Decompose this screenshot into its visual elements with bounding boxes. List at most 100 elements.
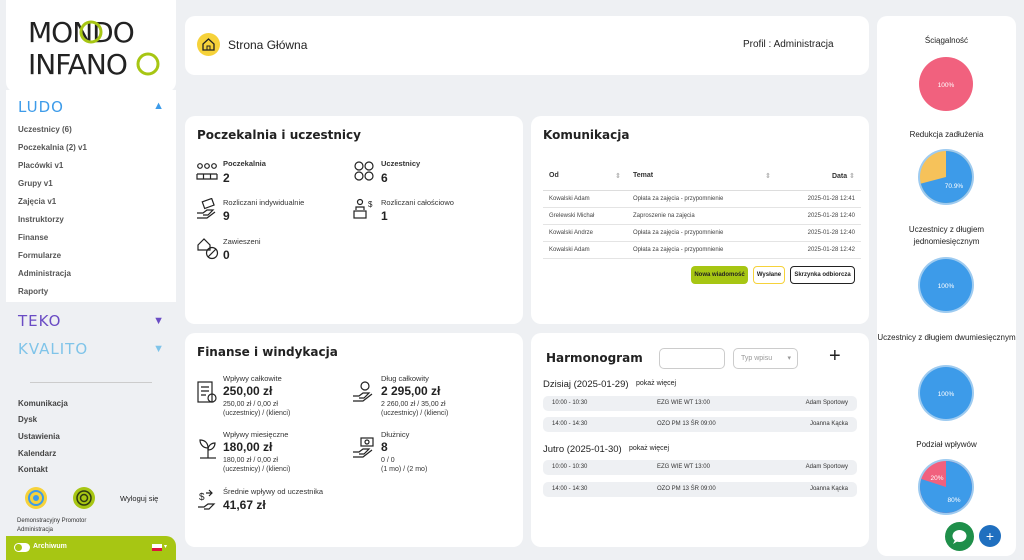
table-row[interactable]: Kowalski Andrze Opłata za zajęcia - przyp…	[543, 224, 861, 242]
show-more-link[interactable]: pokaż więcej	[629, 445, 669, 452]
link-kalendarz[interactable]: Kalendarz	[18, 449, 56, 458]
sidebar-item-zajecia[interactable]: Zajęcia v1	[18, 197, 56, 206]
dluznicy-value[interactable]: 8	[381, 440, 388, 454]
sidebar-item-grupy[interactable]: Grupy v1	[18, 179, 53, 188]
miesieczne-value[interactable]: 180,00 zł	[223, 440, 272, 454]
debt-reduction-value: 70.9%	[945, 183, 964, 190]
participants-icon	[354, 161, 374, 181]
wplywy-value[interactable]: 250,00 zł	[223, 384, 272, 398]
column-header-date[interactable]: Data ⇕	[777, 166, 861, 191]
one-month-debt-chart[interactable]: 100%	[917, 256, 975, 314]
entry-type-select[interactable]: Typ wpisu ▾	[733, 348, 798, 369]
cell-date: 2025-01-28 12:40	[777, 224, 861, 242]
income-split-value-a: 20%	[930, 475, 943, 482]
chevron-up-icon[interactable]: ▲	[153, 100, 164, 112]
cell-from: Kowalski Adam	[543, 190, 627, 208]
link-ustawienia[interactable]: Ustawienia	[18, 432, 60, 441]
sidebar-item-instruktorzy[interactable]: Instruktorzy	[18, 215, 64, 224]
date-input[interactable]	[659, 348, 725, 369]
stats-panel: Ściągalność 100% Redukcja zadłużenia 70.…	[877, 16, 1016, 556]
income-split-chart[interactable]: 20% 80%	[917, 458, 975, 516]
page-title: Strona Główna	[228, 38, 308, 52]
sidebar-item-administracja[interactable]: Administracja	[18, 269, 71, 278]
link-komunikacja[interactable]: Komunikacja	[18, 399, 68, 408]
svg-text:$: $	[199, 492, 205, 503]
debt-hand-icon	[353, 381, 373, 402]
avatar[interactable]	[24, 486, 48, 510]
dlug-value[interactable]: 2 295,00 zł	[381, 384, 440, 398]
indywidualnie-value[interactable]: 9	[223, 209, 230, 223]
two-month-debt-title: Uczestnicy z długiem dwumiesięcznym	[877, 333, 1016, 342]
finance-title: Finanse i windykacja	[197, 345, 338, 359]
wplywy-sub1: 250,00 zł / 0,00 zł	[223, 401, 278, 408]
one-month-debt-value: 100%	[938, 283, 955, 290]
ludo-brand[interactable]: LUDO	[18, 98, 64, 116]
miesieczne-label: Wpływy miesięczne	[223, 430, 289, 439]
sidebar-item-placowki[interactable]: Placówki v1	[18, 161, 63, 170]
cell-subject: Opłata za zajęcia - przypomnienie	[627, 224, 777, 242]
sidebar: MONDO INFANO LUDO ▲ Uczestnicy (6) Pocze…	[0, 0, 176, 560]
promotor-avatar[interactable]	[72, 486, 96, 510]
new-message-button[interactable]: Nowa wiadomość	[691, 266, 748, 284]
column-header-subject[interactable]: Temat ⇕	[627, 166, 777, 191]
link-dysk[interactable]: Dysk	[18, 415, 37, 424]
archive-label: Archiwum	[33, 543, 67, 550]
sent-button[interactable]: Wysłane	[753, 266, 785, 284]
cell-subject: Opłata za zajęcia - przypomnienie	[627, 190, 777, 208]
schedule-row[interactable]: 14:00 - 14:30 OZO PM 13 ŚR 09:00 Joanna Ką…	[543, 482, 857, 497]
home-icon[interactable]	[197, 33, 220, 56]
schedule-row[interactable]: 10:00 - 10:30 EZG WIE WT 13:00 Adam Sporto…	[543, 396, 857, 411]
sidebar-item-poczekalnia[interactable]: Poczekalnia (2) v1	[18, 143, 87, 152]
zawieszeni-label: Zawieszeni	[223, 237, 261, 246]
schedule-row[interactable]: 14:00 - 14:30 OZO PM 13 ŚR 09:00 Joanna Ką…	[543, 417, 857, 432]
profile-label[interactable]: Profil : Administracja	[743, 39, 834, 50]
cell-from: Kowalski Adam	[543, 241, 627, 259]
user-role: Demonstracyjny Promotor	[17, 518, 87, 524]
dluznicy-sub1: 0 / 0	[381, 457, 395, 464]
waiting-title: Poczekalnia i uczestnicy	[197, 128, 361, 142]
debt-reduction-chart[interactable]: 70.9%	[917, 148, 975, 206]
link-kontakt[interactable]: Kontakt	[18, 465, 48, 474]
kvalito-brand[interactable]: KVALITO	[18, 340, 88, 358]
uczestnicy-label: Uczestnicy	[381, 159, 421, 168]
column-header-from[interactable]: Od ⇕	[543, 166, 627, 191]
chevron-down-icon[interactable]: ▼	[153, 343, 164, 355]
add-button[interactable]: +	[979, 525, 1001, 547]
money-plant-icon	[199, 439, 216, 459]
table-row[interactable]: Kowalski Adam Opłata za zajęcia - przypom…	[543, 241, 861, 259]
add-entry-button[interactable]: +	[829, 345, 841, 368]
show-more-link[interactable]: pokaż więcej	[636, 380, 676, 387]
sidebar-item-raporty[interactable]: Raporty	[18, 287, 48, 296]
cell-date: 2025-01-28 12:42	[777, 241, 861, 259]
collection-chart[interactable]: 100%	[918, 56, 974, 112]
logo[interactable]: MONDO INFANO	[28, 12, 168, 82]
indywidualnie-label: Rozliczani indywidualnie	[223, 198, 305, 207]
suspended-icon	[197, 238, 219, 260]
ludo-nav: LUDO ▲ Uczestnicy (6) Poczekalnia (2) v1…	[6, 90, 176, 302]
chevron-down-icon[interactable]: ▾	[164, 543, 167, 550]
srednie-value[interactable]: 41,67 zł	[223, 498, 266, 512]
table-row[interactable]: Grelewski Michał Zaproszenie na zajęcia 20…	[543, 207, 861, 225]
schedule-card: Harmonogram Typ wpisu ▾ + Dzisiaj (2025-…	[531, 333, 869, 547]
sidebar-item-formularze[interactable]: Formularze	[18, 251, 61, 260]
chat-button[interactable]	[945, 522, 974, 551]
sidebar-item-finanse[interactable]: Finanse	[18, 233, 48, 242]
teko-brand[interactable]: TEKO	[18, 312, 61, 330]
inbox-button[interactable]: Skrzynka odbiorcza	[790, 266, 855, 284]
today-label: Dzisiaj (2025-01-29)	[543, 379, 629, 390]
sidebar-item-uczestnicy[interactable]: Uczestnicy (6)	[18, 125, 72, 134]
miesieczne-sub2: (uczestnicy) / (klienci)	[223, 466, 291, 473]
two-month-debt-chart[interactable]: 100%	[917, 364, 975, 422]
dluznicy-label: Dłużnicy	[381, 430, 410, 439]
table-row[interactable]: Kowalski Adam Opłata za zajęcia - przypom…	[543, 190, 861, 208]
zawieszeni-value[interactable]: 0	[223, 248, 230, 262]
uczestnicy-value[interactable]: 6	[381, 171, 388, 185]
schedule-row[interactable]: 10:00 - 10:30 EZG WIE WT 13:00 Adam Sporto…	[543, 460, 857, 475]
poczekalnia-value[interactable]: 2	[223, 171, 230, 185]
calosciowo-value[interactable]: 1	[381, 209, 388, 223]
finance-card: Finanse i windykacja Wpływy całkowite 25…	[185, 333, 523, 547]
flag-pl-icon[interactable]	[152, 544, 162, 551]
archive-toggle[interactable]	[14, 543, 30, 552]
chevron-down-icon[interactable]: ▼	[153, 315, 164, 327]
logout-button[interactable]: Wyloguj się	[120, 494, 158, 503]
